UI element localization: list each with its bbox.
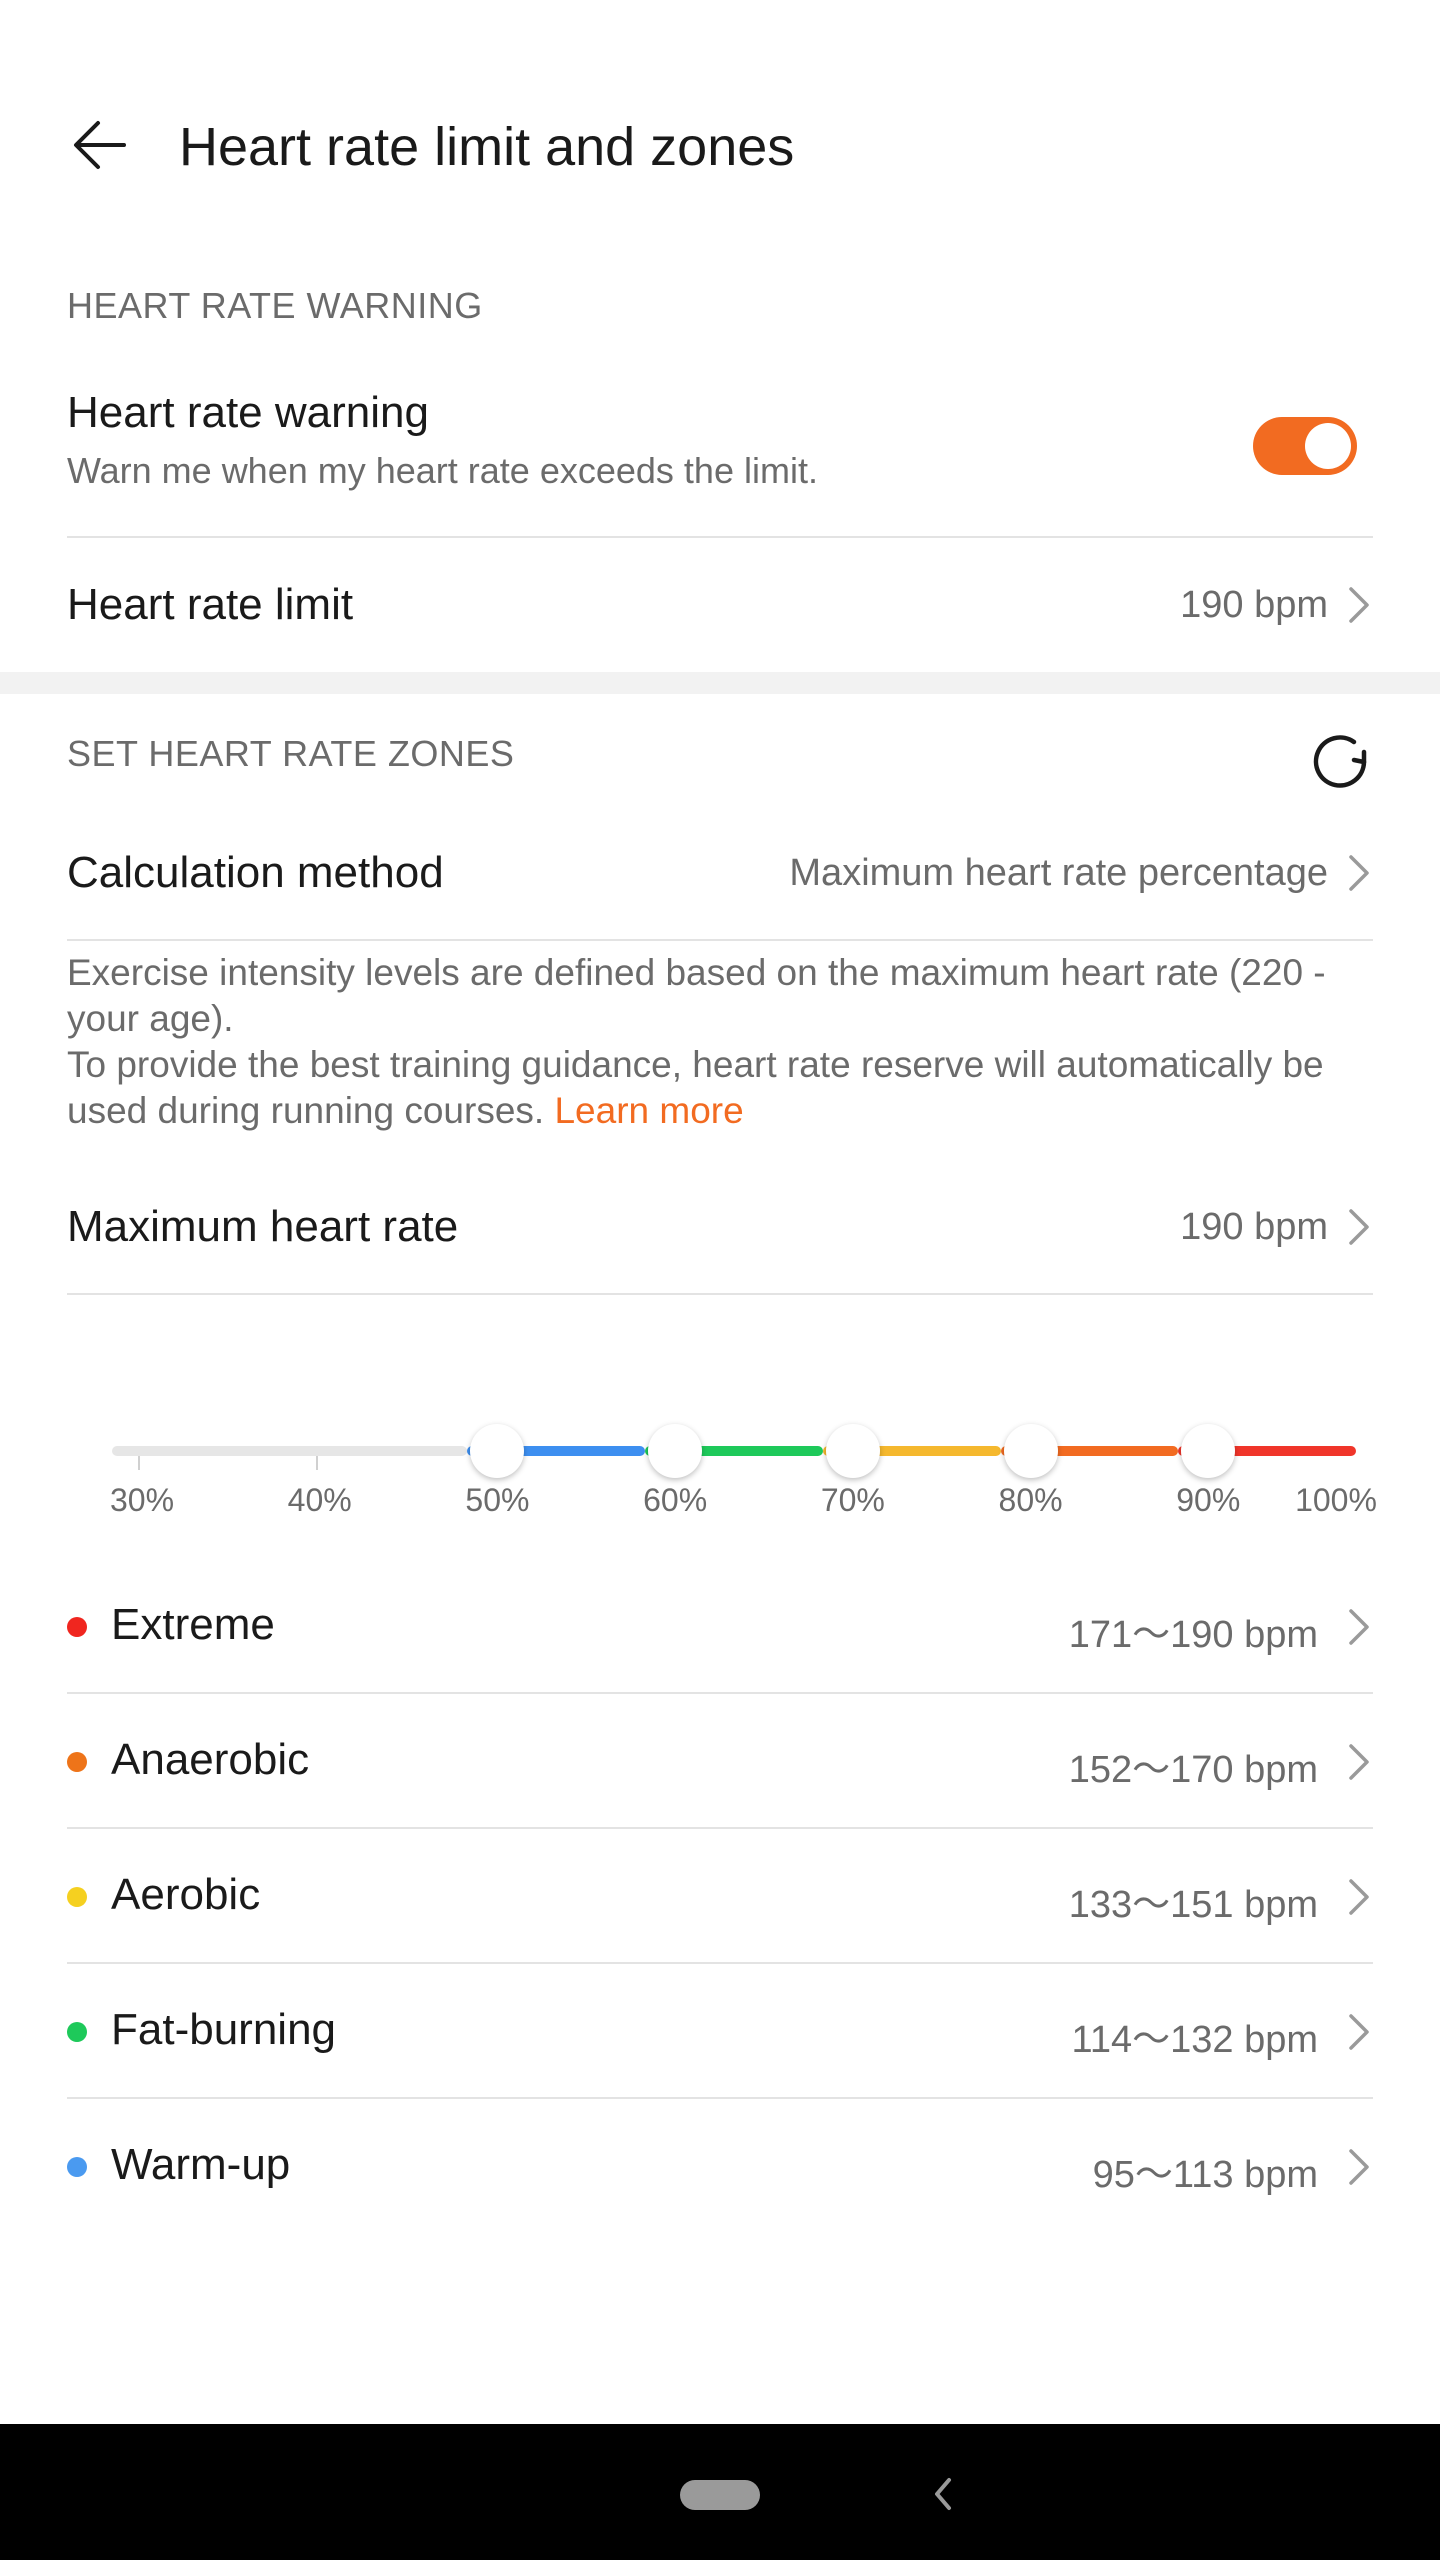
slider-label: 50% [465, 1482, 530, 1518]
zone-color-dot [67, 1752, 87, 1772]
slider-thumb[interactable] [648, 1424, 703, 1478]
zone-range: 133～151 bpm [1068, 1884, 1318, 1926]
slider-label: 60% [643, 1482, 708, 1518]
divider [67, 939, 1373, 941]
chevron-right-icon [1349, 1744, 1369, 1780]
heart-rate-warning-title: Heart rate warning [67, 388, 429, 437]
slider-label: 80% [998, 1482, 1063, 1518]
slider-label: 100% [1295, 1482, 1377, 1518]
heart-rate-warning-row[interactable]: Heart rate warning Warn me when my heart… [67, 388, 1373, 518]
zone-name: Warm-up [111, 2140, 291, 2189]
back-button[interactable] [60, 105, 140, 185]
heart-rate-warning-subtitle: Warn me when my heart rate exceeds the l… [67, 450, 818, 491]
zone-row-warm-up[interactable]: Warm-up 95～113 bpm [67, 2100, 1373, 2234]
toggle-knob [1305, 423, 1351, 469]
calculation-description: Exercise intensity levels are defined ba… [67, 950, 1377, 1134]
calculation-method-title: Calculation method [67, 848, 444, 897]
zone-color-dot [67, 1617, 87, 1637]
system-nav-bar [0, 2424, 1440, 2560]
section-gap [0, 672, 1440, 694]
zone-name: Aerobic [111, 1870, 261, 1919]
back-arrow-icon [74, 121, 126, 169]
section-header-warning: HEART RATE WARNING [67, 285, 483, 326]
slider-thumb[interactable] [470, 1424, 525, 1478]
max-heart-rate-title: Maximum heart rate [67, 1202, 459, 1251]
divider [67, 1827, 1373, 1829]
reset-icon[interactable] [1308, 726, 1372, 790]
slider-label: 90% [1176, 1482, 1241, 1518]
slider-thumb[interactable] [1003, 1424, 1058, 1478]
zone-range: 95～113 bpm [1092, 2154, 1318, 2196]
zone-color-dot [67, 2157, 87, 2177]
max-heart-rate-row[interactable]: Maximum heart rate 190 bpm [67, 1162, 1373, 1292]
chevron-right-icon [1349, 1879, 1369, 1915]
heart-rate-limit-title: Heart rate limit [67, 580, 354, 629]
slider-track-inactive [112, 1446, 468, 1456]
chevron-right-icon [1349, 2149, 1369, 2185]
max-heart-rate-value: 190 bpm [1180, 1206, 1328, 1248]
zone-range: 152～170 bpm [1068, 1749, 1318, 1791]
slider-label: 70% [820, 1482, 885, 1518]
zone-name: Fat-burning [111, 2005, 337, 2054]
nav-back-icon[interactable] [925, 2472, 961, 2516]
zone-slider[interactable]: 30% 40% 50% 60% 70% 80% 90% 100% [109, 1420, 1377, 1540]
slider-label: 40% [287, 1482, 352, 1518]
divider [67, 2097, 1373, 2099]
divider [67, 1962, 1373, 1964]
zone-row-aerobic[interactable]: Aerobic 133～151 bpm [67, 1830, 1373, 1964]
chevron-right-icon [1349, 1609, 1369, 1645]
slider-tick [138, 1456, 140, 1470]
zone-row-fat-burning[interactable]: Fat-burning 114～132 bpm [67, 1965, 1373, 2099]
zone-name: Anaerobic [111, 1735, 310, 1784]
zone-row-extreme[interactable]: Extreme 171～190 bpm [67, 1560, 1373, 1694]
slider-label: 30% [109, 1482, 175, 1518]
heart-rate-limit-row[interactable]: Heart rate limit 190 bpm [67, 540, 1373, 670]
chevron-right-icon [1349, 1209, 1369, 1245]
slider-thumb[interactable] [825, 1424, 880, 1478]
heart-rate-limit-value: 190 bpm [1180, 584, 1328, 626]
zone-range: 114～132 bpm [1071, 2019, 1318, 2061]
calculation-method-row[interactable]: Calculation method Maximum heart rate pe… [67, 808, 1373, 938]
zone-color-dot [67, 2022, 87, 2042]
zone-color-dot [67, 1887, 87, 1907]
heart-rate-warning-toggle[interactable] [1253, 417, 1357, 475]
description-line-2: To provide the best training guidance, h… [67, 1042, 1377, 1134]
calculation-method-value: Maximum heart rate percentage [789, 852, 1328, 894]
chevron-right-icon [1349, 2014, 1369, 2050]
divider [67, 1692, 1373, 1694]
page-title: Heart rate limit and zones [179, 117, 795, 177]
zone-range: 171～190 bpm [1068, 1614, 1318, 1656]
divider [67, 1293, 1373, 1295]
home-pill-icon[interactable] [680, 2480, 760, 2510]
learn-more-link[interactable]: Learn more [554, 1090, 743, 1131]
chevron-right-icon [1349, 855, 1369, 891]
zone-row-anaerobic[interactable]: Anaerobic 152～170 bpm [67, 1695, 1373, 1829]
divider [67, 536, 1373, 538]
description-line-1: Exercise intensity levels are defined ba… [67, 952, 1326, 1039]
section-header-zones: SET HEART RATE ZONES [67, 733, 515, 774]
zone-name: Extreme [111, 1600, 275, 1649]
app-header: Heart rate limit and zones [0, 0, 1440, 290]
slider-tick [315, 1456, 318, 1470]
slider-thumb[interactable] [1181, 1424, 1236, 1478]
chevron-right-icon [1349, 587, 1369, 623]
